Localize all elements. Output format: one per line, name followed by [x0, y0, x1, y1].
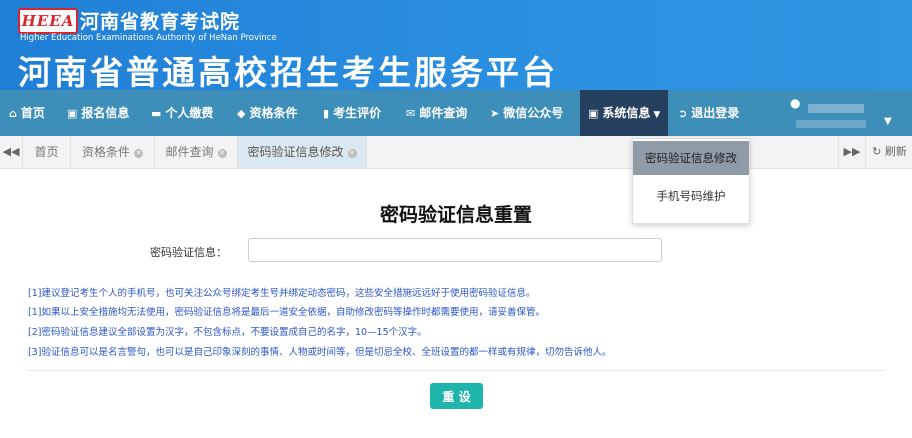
envelope-icon: ✉	[406, 107, 416, 120]
tab-qualification-label: 资格条件	[81, 145, 130, 159]
reset-button[interactable]: 重 设	[430, 383, 483, 409]
note-line: [1]建议登记考生个人的手机号，也可关注公众号绑定考生号并绑定动态密码，这些安全…	[28, 288, 536, 299]
platform-title: 河南省普通高校招生考生服务平台	[18, 53, 558, 92]
home-icon: ⌂	[9, 107, 17, 120]
user-caret-icon[interactable]: ▼	[884, 116, 892, 127]
nav-qualification-label: 资格条件	[249, 106, 298, 120]
user-name-blurred[interactable]	[808, 104, 864, 113]
nav-logout[interactable]: ➲ 退出登录	[678, 90, 739, 136]
nav-evaluation[interactable]: ▮ 考生评价	[323, 90, 381, 136]
nav-qualification[interactable]: ◆ 资格条件	[237, 90, 297, 136]
refresh-icon: ↻	[872, 145, 882, 158]
site-header: HEEA 河南省教育考试院 Higher Education Examinati…	[0, 0, 912, 92]
org-name-en: Higher Education Examinations Authority …	[20, 33, 277, 43]
dropdown-item-phone[interactable]: 手机号码维护	[633, 179, 749, 213]
tab-password-info-label: 密码验证信息修改	[247, 145, 344, 159]
tag-icon: ◆	[237, 107, 246, 120]
nav-system-info[interactable]: ▣ 系统信息 ▼	[580, 90, 668, 136]
nav-wechat-label: 微信公众号	[503, 106, 564, 120]
close-icon[interactable]: ✕	[134, 149, 143, 158]
close-icon[interactable]: ✕	[217, 149, 227, 158]
page-title: 密码验证信息重置	[379, 204, 532, 226]
tab-home[interactable]: 首页	[23, 136, 71, 168]
nav-evaluation-label: 考生评价	[333, 106, 382, 120]
credit-card-icon: ▬	[151, 107, 162, 120]
nav-payment-label: 个人缴费	[165, 106, 214, 120]
tabs-scroll-left-icon[interactable]: ◀◀	[0, 136, 23, 168]
note-line: [1]如果以上安全措施均无法使用，密码验证信息将是最后一道安全依据，自助修改密码…	[28, 307, 545, 318]
tab-password-info[interactable]: 密码验证信息修改 ✕	[238, 136, 367, 168]
dropdown-item-password-info[interactable]: 密码验证信息修改	[633, 141, 749, 175]
info-card-icon: ▣	[588, 107, 599, 120]
tab-home-label: 首页	[34, 145, 59, 159]
tab-strip: ◀◀ 首页 资格条件 ✕ 邮件查询 ✕ 密码验证信息修改 ✕ ▶▶ ↻ 刷新	[0, 136, 912, 169]
refresh-button[interactable]: ↻ 刷新	[865, 136, 912, 168]
send-icon: ➤	[490, 107, 500, 120]
tab-qualification[interactable]: 资格条件 ✕	[71, 136, 155, 168]
close-icon[interactable]: ✕	[347, 149, 357, 158]
nav-mail[interactable]: ✉ 邮件查询	[406, 90, 467, 136]
nav-registration[interactable]: ▣ 报名信息	[67, 90, 129, 136]
nav-home-label: 首页	[20, 106, 45, 120]
tab-mail[interactable]: 邮件查询 ✕	[155, 136, 238, 168]
password-info-label: 密码验证信息：	[150, 246, 227, 259]
user-icon[interactable]: ●	[790, 96, 800, 110]
divider	[28, 370, 884, 371]
system-info-dropdown: 密码验证信息修改 手机号码维护	[632, 138, 750, 224]
nav-system-info-label: 系统信息	[602, 106, 651, 120]
password-info-input[interactable]	[248, 238, 662, 262]
nav-registration-label: 报名信息	[81, 106, 130, 120]
nav-mail-label: 邮件查询	[419, 106, 468, 120]
tabs-scroll-right-icon[interactable]: ▶▶	[838, 136, 865, 168]
caret-down-icon: ▼	[653, 110, 661, 120]
org-name-cn: 河南省教育考试院	[80, 11, 241, 33]
tab-mail-label: 邮件查询	[165, 145, 214, 159]
refresh-label: 刷新	[884, 145, 907, 158]
main-nav: ⌂ 首页 ▣ 报名信息 ▬ 个人缴费 ◆ 资格条件 ▮ 考生评价 ✉ 邮件查询 ➤ 微信公众号…	[0, 90, 912, 136]
logout-icon: ➲	[678, 107, 688, 120]
note-line: [2]密码验证信息建议全部设置为汉字，不包含标点，不要设置成自己的名字，10—1…	[28, 327, 427, 338]
nav-home[interactable]: ⌂ 首页	[9, 90, 45, 136]
nav-payment[interactable]: ▬ 个人缴费	[151, 90, 213, 136]
heea-logo: HEEA	[18, 8, 78, 34]
nav-wechat[interactable]: ➤ 微信公众号	[490, 90, 563, 136]
user-sub-blurred	[796, 120, 866, 128]
id-card-icon: ▣	[67, 107, 78, 120]
book-icon: ▮	[323, 107, 330, 120]
nav-logout-label: 退出登录	[691, 106, 740, 120]
note-line: [3]验证信息可以是名言警句，也可以是自己印象深刻的事情、人物或时间等，但是切忌…	[28, 347, 612, 358]
